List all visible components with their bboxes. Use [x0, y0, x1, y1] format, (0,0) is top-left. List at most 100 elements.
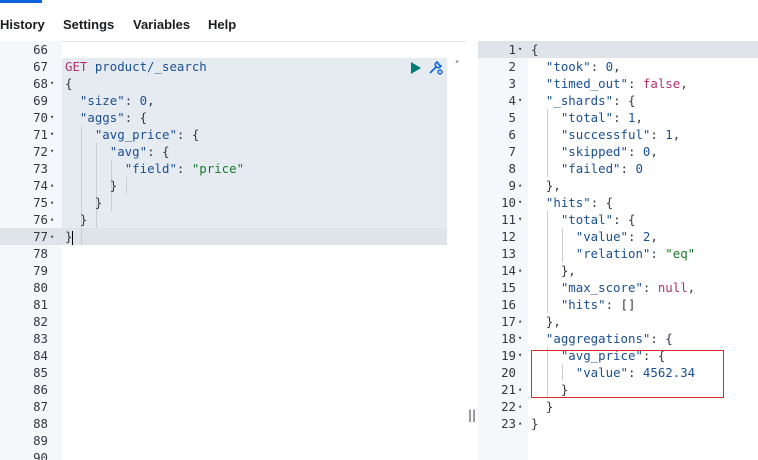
code-line[interactable]: 78	[0, 245, 466, 262]
code-line[interactable]: 22 ▴ }	[478, 398, 758, 415]
fold-open-icon[interactable]: ▾	[518, 347, 522, 364]
code-text: "hits": {	[531, 194, 613, 211]
fold-open-icon[interactable]: ▾	[50, 75, 54, 92]
code-line[interactable]: 73 "field": "price"	[0, 160, 466, 177]
fold-close-icon[interactable]: ▴	[50, 228, 54, 245]
fold-close-icon[interactable]: ▴	[518, 262, 522, 279]
fold-close-icon[interactable]: ▴	[518, 415, 522, 432]
code-token: : {	[650, 331, 673, 346]
code-line[interactable]: 8 "failed": 0	[478, 160, 758, 177]
code-line[interactable]: 77 ▴}	[0, 228, 466, 245]
code-line[interactable]: 79	[0, 262, 466, 279]
code-line[interactable]: 10 ▾ "hits": {	[478, 194, 758, 211]
line-number: 77	[33, 229, 48, 244]
fold-close-icon[interactable]: ▴	[518, 177, 522, 194]
code-line[interactable]: 80	[0, 279, 466, 296]
code-line[interactable]: 72 ▾ "avg": {	[0, 143, 466, 160]
line-number: 5	[508, 110, 516, 125]
code-line[interactable]: 74 ▴ }	[0, 177, 466, 194]
code-token: : {	[590, 195, 614, 210]
code-line[interactable]: 83	[0, 330, 466, 347]
code-line[interactable]: 11 ▾ "total": {	[478, 211, 758, 228]
code-line[interactable]: 81	[0, 296, 466, 313]
resize-handle-icon[interactable]: ||	[468, 408, 476, 422]
fold-open-icon[interactable]: ▾	[518, 330, 522, 347]
code-line[interactable]: 76 ▴ }	[0, 211, 466, 228]
request-editor[interactable]: 66 67 GET product/_search 68 ▾{69 "size": 0,…	[0, 41, 466, 460]
code-text: },	[531, 313, 561, 330]
code-line[interactable]: 7 "skipped": 0,	[478, 143, 758, 160]
menu-variables[interactable]: Variables	[133, 17, 190, 32]
code-line[interactable]: 3 "timed_out": false,	[478, 75, 758, 92]
code-line[interactable]: 82	[0, 313, 466, 330]
menu-settings[interactable]: Settings	[63, 17, 114, 32]
code-line[interactable]: 23 ▴}	[478, 415, 758, 432]
code-line[interactable]: 66	[0, 41, 466, 58]
code-token: ,	[635, 110, 643, 125]
code-line[interactable]: 67 GET product/_search	[0, 58, 466, 75]
fold-open-icon[interactable]: ▾	[518, 211, 522, 228]
code-token: ,	[650, 229, 658, 244]
code-line[interactable]: 12 "value": 2,	[478, 228, 758, 245]
line-number: 67	[33, 59, 48, 74]
fold-open-icon[interactable]: ▾	[50, 126, 54, 143]
code-line[interactable]: 71 ▾ "avg_price": {	[0, 126, 466, 143]
code-line[interactable]: 87	[0, 398, 466, 415]
code-token: "value"	[575, 229, 628, 244]
code-line[interactable]: 6 "successful": 1,	[478, 126, 758, 143]
line-number: 86	[33, 382, 48, 397]
fold-close-icon[interactable]: ▴	[50, 211, 54, 228]
code-line[interactable]: 70 ▾ "aggs": {	[0, 109, 466, 126]
fold-close-icon[interactable]: ▴	[518, 398, 522, 415]
code-token: ,	[613, 59, 621, 74]
line-number: 23	[501, 416, 516, 431]
pane-splitter[interactable]	[466, 41, 478, 460]
play-icon[interactable]	[410, 60, 422, 79]
code-line[interactable]: 18 ▾ "aggregations": {	[478, 330, 758, 347]
fold-open-icon[interactable]: ▾	[50, 109, 54, 126]
code-line[interactable]: 1 ▾ {	[478, 41, 758, 58]
code-text: GET product/_search	[65, 58, 207, 75]
fold-close-icon[interactable]: ▴	[518, 313, 522, 330]
code-token: "price"	[191, 161, 245, 176]
code-line[interactable]: 68 ▾ {	[0, 75, 466, 92]
code-line[interactable]: 90	[0, 449, 466, 460]
code-line[interactable]: 69 "size": 0,	[0, 92, 466, 109]
code-text: "max_score": null,	[531, 279, 695, 296]
line-number: 87	[33, 399, 48, 414]
code-line[interactable]: 2 "took": 0,	[478, 58, 758, 75]
code-line[interactable]: 5 "total": 1,	[478, 109, 758, 126]
code-line[interactable]: 16 "hits": []	[478, 296, 758, 313]
menu-history[interactable]: History	[0, 17, 45, 32]
code-line[interactable]: 89	[0, 432, 466, 449]
code-line[interactable]: 88	[0, 415, 466, 432]
fold-close-icon[interactable]: ▴	[50, 194, 54, 211]
code-line[interactable]: 85	[0, 364, 466, 381]
line-number: 1	[508, 42, 516, 57]
code-line[interactable]: 84	[0, 347, 466, 364]
code-line[interactable]: 14 ▴ },	[478, 262, 758, 279]
fold-open-icon[interactable]: ▾	[518, 41, 522, 58]
code-token: }	[65, 178, 118, 193]
code-line[interactable]: 17 ▴ },	[478, 313, 758, 330]
fold-open-icon[interactable]: ▾	[518, 194, 522, 211]
fold-open-icon[interactable]: ▾	[50, 143, 54, 160]
code-text: "took": 0,	[531, 58, 621, 75]
code-line[interactable]: 4 ▾ "_shards": {	[478, 92, 758, 109]
code-line[interactable]: 75 ▴ }	[0, 194, 466, 211]
code-line[interactable]: 15 "max_score": null,	[478, 279, 758, 296]
fold-close-icon[interactable]: ▴	[518, 381, 522, 398]
menu-help[interactable]: Help	[208, 17, 236, 32]
more-icon[interactable]: •	[454, 57, 460, 68]
wrench-icon[interactable]	[427, 58, 445, 80]
code-line[interactable]: 9 ▴ },	[478, 177, 758, 194]
code-line[interactable]: 13 "relation": "eq"	[478, 245, 758, 262]
fold-open-icon[interactable]: ▾	[518, 92, 522, 109]
code-line[interactable]: 86	[0, 381, 466, 398]
fold-close-icon[interactable]: ▴	[50, 177, 54, 194]
